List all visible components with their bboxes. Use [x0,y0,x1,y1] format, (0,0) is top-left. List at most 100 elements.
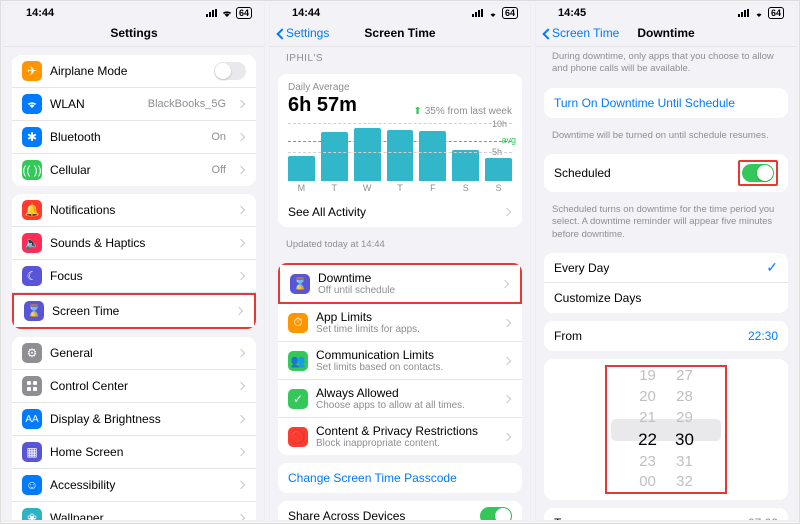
chevron-right-icon [238,349,246,357]
airplane-toggle[interactable] [214,62,246,80]
chevron-right-icon [238,481,246,489]
chevron-right-icon [238,448,246,456]
scheduled-toggle[interactable] [742,164,774,182]
chart-axis-labels: MTWTFSS [288,183,512,193]
screentime-items: ⌛ Downtime Off until schedule ⏱ App Limi… [278,263,522,455]
row-wlan[interactable]: WLAN BlackBooks_5G [12,88,256,121]
row-to[interactable]: To 07:00 [544,508,788,520]
chevron-right-icon [504,395,512,403]
chevron-right-icon [238,166,246,174]
share-across-devices: Share Across Devices You can enable this… [278,501,522,520]
checkmark-icon: ✓ [766,259,778,276]
row-general[interactable]: ⚙ General [12,337,256,370]
share-toggle[interactable] [480,507,512,520]
scroller[interactable]: During downtime, only apps that you choo… [536,47,796,520]
battery-icon: 64 [768,7,784,19]
wifi-icon [487,9,499,18]
row-scheduled[interactable]: Scheduled [544,154,788,192]
chevron-right-icon [238,514,246,520]
row-cellular[interactable]: (( )) Cellular Off [12,154,256,186]
wallpaper-icon: ❀ [22,508,42,520]
row-sounds[interactable]: 🔈 Sounds & Haptics [12,227,256,260]
sound-icon: 🔈 [22,233,42,253]
signal-icon [206,9,218,17]
chart-bar [452,150,479,181]
screen-downtime: 14:45 64 Screen Time Downtime During dow… [535,3,797,521]
wifi-icon [22,94,42,114]
chevron-right-icon [238,206,246,214]
turn-on-footer: Downtime will be turned on until schedul… [536,126,796,146]
wifi-icon [753,9,765,18]
row-wallpaper[interactable]: ❀ Wallpaper [12,502,256,520]
back-button[interactable]: Settings [276,26,329,40]
row-see-all-activity[interactable]: See All Activity [278,197,522,227]
status-time: 14:44 [26,7,54,19]
row-control-center[interactable]: Control Center [12,370,256,403]
scheduled-group: Scheduled [544,154,788,192]
chevron-right-icon [238,100,246,108]
bar-chart: avg 10h 5h [288,123,512,181]
header: Screen Time Downtime [536,22,796,47]
hourglass-icon: ⌛ [24,301,44,321]
row-display[interactable]: AA Display & Brightness [12,403,256,436]
row-customize-days[interactable]: Customize Days [544,283,788,313]
to-group: To 07:00 [544,508,788,520]
chart-bar [321,132,348,181]
chevron-right-icon [238,133,246,141]
row-from[interactable]: From 22:30 [544,321,788,351]
page-title: Downtime [637,26,694,40]
row-always-allowed[interactable]: ✓ Always Allowed Choose apps to allow at… [278,380,522,418]
airplane-icon: ✈︎ [22,61,42,81]
from-group: From 22:30 [544,321,788,351]
status-time: 14:44 [292,7,320,19]
group-notifications: 🔔 Notifications 🔈 Sounds & Haptics ☾ Foc… [12,194,256,329]
daily-average-card: Daily Average 6h 57m ⬆ 35% from last wee… [278,74,522,227]
row-share-across[interactable]: Share Across Devices [278,501,522,520]
chevron-right-icon [504,357,512,365]
gear-icon: ⚙ [22,343,42,363]
row-bluetooth[interactable]: ✱ Bluetooth On [12,121,256,154]
screen-screentime: 14:44 64 Settings Screen Time IPHIL'S Da… [269,3,531,521]
content-privacy-icon: 🚫 [288,427,308,447]
status-time: 14:45 [558,7,586,19]
page-title: Screen Time [364,26,435,40]
top-note: During downtime, only apps that you choo… [536,47,796,80]
delta-text: ⬆ 35% from last week [413,106,512,117]
header: Settings [4,22,264,47]
group-connectivity: ✈︎ Airplane Mode WLAN BlackBooks_5G ✱ Bl… [12,55,256,186]
display-icon: AA [22,409,42,429]
status-bar: 14:45 64 [536,4,796,22]
row-screen-time[interactable]: ⌛ Screen Time [12,293,256,329]
chevron-left-icon [542,28,552,38]
status-bar: 14:44 64 [4,4,264,22]
scroller[interactable]: IPHIL'S Daily Average 6h 57m ⬆ 35% from … [270,47,530,520]
chevron-right-icon [238,272,246,280]
arrow-up-icon: ⬆ [413,106,421,117]
chart-bar [354,128,381,181]
chart-bar [387,130,414,181]
row-focus[interactable]: ☾ Focus [12,260,256,293]
chevron-right-icon [504,433,512,441]
page-title: Settings [110,26,157,40]
time-picker[interactable]: 192021222300 272829303132 [544,359,788,500]
downtime-icon: ⌛ [290,274,310,294]
screen-settings: 14:44 64 Settings ✈︎ Airplane Mode WLAN [3,3,265,521]
scroller[interactable]: ✈︎ Airplane Mode WLAN BlackBooks_5G ✱ Bl… [4,47,264,520]
row-notifications[interactable]: 🔔 Notifications [12,194,256,227]
change-passcode[interactable]: Change Screen Time Passcode [278,463,522,493]
row-accessibility[interactable]: ☺ Accessibility [12,469,256,502]
chevron-right-icon [236,307,244,315]
row-downtime[interactable]: ⌛ Downtime Off until schedule [278,263,522,304]
chart-bar [419,131,446,181]
row-every-day[interactable]: Every Day ✓ [544,253,788,283]
row-app-limits[interactable]: ⏱ App Limits Set time limits for apps. [278,304,522,342]
row-content-privacy[interactable]: 🚫 Content & Privacy Restrictions Block i… [278,418,522,455]
moon-icon: ☾ [22,266,42,286]
battery-icon: 64 [236,7,252,19]
row-airplane[interactable]: ✈︎ Airplane Mode [12,55,256,88]
owner-label: IPHIL'S [270,47,530,66]
row-home-screen[interactable]: ▦ Home Screen [12,436,256,469]
row-comm-limits[interactable]: 👥 Communication Limits Set limits based … [278,342,522,380]
turn-on-group[interactable]: Turn On Downtime Until Schedule [544,88,788,118]
back-button[interactable]: Screen Time [542,26,619,40]
